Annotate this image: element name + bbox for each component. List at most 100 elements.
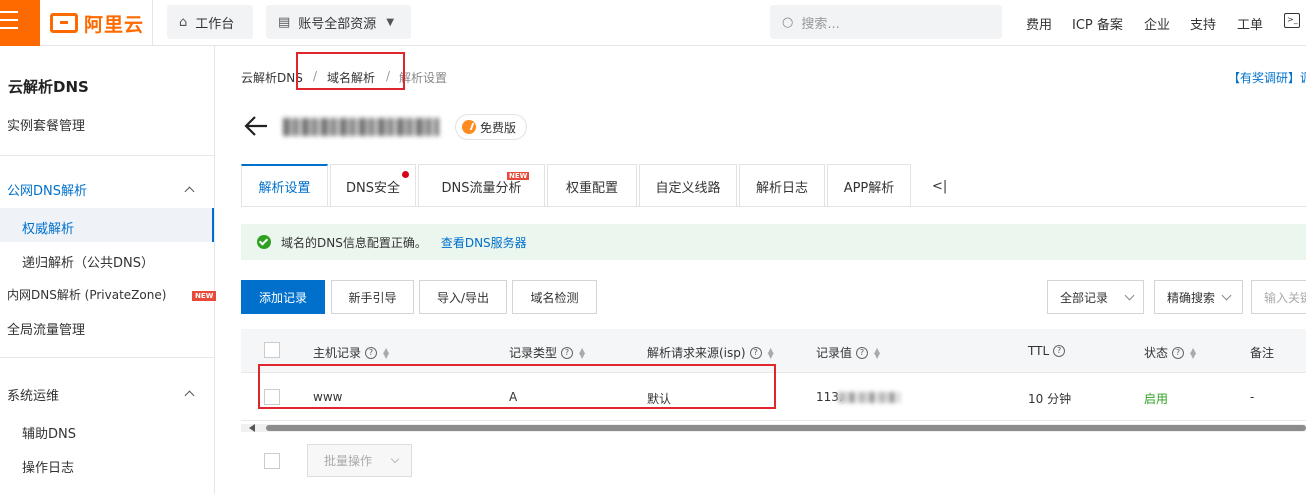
sidebar-item-op-log[interactable]: 操作日志	[22, 457, 74, 476]
sidebar-title: 云解析DNS	[8, 78, 89, 96]
column-isp[interactable]: 解析请求来源(isp) ? ▲ ▼	[647, 344, 776, 361]
tab-underline	[241, 206, 1306, 207]
search-mode-select[interactable]: 精确搜索	[1154, 280, 1243, 314]
divider	[0, 155, 214, 156]
help-icon[interactable]: ?	[749, 346, 762, 359]
add-record-button[interactable]: 添加记录	[241, 280, 325, 314]
column-host[interactable]: 主机记录 ? ▲ ▼	[313, 344, 391, 361]
sidebar-group-ops[interactable]: 系统运维	[7, 385, 59, 404]
success-alert: 域名的DNS信息配置正确。 查看DNS服务器	[241, 224, 1306, 260]
sort-icon[interactable]: ▲ ▼	[383, 346, 391, 359]
sidebar-item-authoritative[interactable]: 权威解析	[22, 218, 74, 237]
aliyun-logo[interactable]: 阿里云	[50, 10, 144, 36]
sidebar-item-global-traffic[interactable]: 全局流量管理	[7, 319, 85, 338]
column-remark: 备注	[1250, 344, 1274, 361]
new-badge: NEW	[192, 291, 217, 301]
scroll-left-arrow-icon[interactable]	[249, 424, 255, 432]
keyword-placeholder: 输入关键字	[1264, 290, 1306, 305]
hamburger-menu-icon[interactable]	[0, 0, 40, 46]
tab-resolve-settings[interactable]: 解析设置	[241, 164, 328, 207]
alert-message: 域名的DNS信息配置正确。	[281, 235, 427, 250]
help-icon[interactable]: ?	[1172, 346, 1185, 359]
column-ttl[interactable]: TTL ?	[1028, 344, 1066, 358]
workbench-label: 工作台	[195, 16, 235, 32]
cell-remark: -	[1250, 390, 1255, 404]
sidebar-item-instance[interactable]: 实例套餐管理	[7, 115, 85, 134]
nav-ticket[interactable]: 工单	[1237, 14, 1263, 33]
top-bar: 阿里云 ⌂ 工作台 ▤ 账号全部资源 ▼ ○ 搜索... 费用 ICP 备案 企…	[0, 0, 1306, 46]
bulk-select-checkbox[interactable]	[264, 453, 280, 469]
bulk-action-button[interactable]: 批量操作	[307, 444, 412, 477]
column-type-label: 记录类型	[509, 346, 558, 360]
domain-name-redacted	[283, 118, 439, 136]
cell-ttl: 10 分钟	[1028, 392, 1072, 406]
nav-enterprise[interactable]: 企业	[1144, 14, 1170, 33]
record-filter-select[interactable]: 全部记录	[1047, 280, 1144, 314]
tabs-scroll-icon[interactable]: <|	[932, 179, 947, 194]
back-arrow-icon[interactable]	[243, 113, 269, 139]
chevron-up-icon[interactable]	[184, 186, 195, 197]
sidebar-group-public-dns[interactable]: 公网DNS解析	[7, 180, 87, 199]
plan-tag: 免费版	[455, 114, 527, 140]
tab-weight[interactable]: 权重配置	[547, 164, 637, 207]
sidebar-item-recursive[interactable]: 递归解析（公共DNS）	[22, 252, 154, 271]
resources-dropdown[interactable]: ▤ 账号全部资源 ▼	[266, 5, 411, 39]
global-search-input[interactable]: ○ 搜索...	[770, 5, 1002, 39]
cell-status: 启用	[1144, 392, 1169, 406]
tab-dns-traffic[interactable]: DNS流量分析	[418, 164, 545, 207]
select-all-checkbox[interactable]	[264, 342, 280, 358]
chevron-down-icon	[1124, 290, 1135, 301]
keyword-search-input[interactable]: 输入关键字	[1251, 280, 1306, 314]
search-mode-value: 精确搜索	[1167, 290, 1216, 305]
chevron-up-icon[interactable]	[184, 390, 195, 401]
domain-check-button[interactable]: 域名检测	[512, 280, 597, 314]
plan-label: 免费版	[480, 120, 517, 135]
chevron-down-icon: ▼	[386, 16, 395, 28]
nav-icp[interactable]: ICP 备案	[1072, 14, 1123, 33]
sort-icon[interactable]: ▲ ▼	[874, 346, 882, 359]
sort-icon[interactable]: ▲ ▼	[768, 346, 776, 359]
scrollbar-thumb[interactable]	[266, 425, 1306, 431]
tab-resolve-log[interactable]: 解析日志	[739, 164, 825, 207]
sort-icon[interactable]: ▲ ▼	[1190, 346, 1198, 359]
terminal-icon[interactable]: >_	[1284, 13, 1300, 28]
record-filter-value: 全部记录	[1060, 290, 1109, 305]
new-badge: NEW	[507, 172, 530, 180]
nav-support[interactable]: 支持	[1190, 14, 1216, 33]
annotation-box-record-row	[258, 364, 776, 409]
annotation-box-breadcrumb	[296, 52, 405, 90]
column-type[interactable]: 记录类型 ? ▲ ▼	[509, 344, 587, 361]
aliyun-logo-mark	[50, 13, 78, 33]
column-status[interactable]: 状态 ? ▲ ▼	[1144, 344, 1198, 361]
view-dns-servers-link[interactable]: 查看DNS服务器	[441, 234, 527, 251]
sidebar-item-aux-dns[interactable]: 辅助DNS	[22, 423, 76, 442]
sidebar-item-privatezone[interactable]: 内网DNS解析 (PrivateZone)	[7, 286, 166, 303]
help-icon[interactable]: ?	[1053, 345, 1066, 357]
search-placeholder: 搜索...	[801, 16, 840, 32]
column-ttl-label: TTL	[1028, 344, 1050, 358]
tab-custom-line[interactable]: 自定义线路	[639, 164, 737, 207]
home-icon: ⌂	[179, 14, 188, 30]
breadcrumb-root[interactable]: 云解析DNS	[241, 69, 303, 86]
nav-billing[interactable]: 费用	[1026, 14, 1052, 33]
sidebar: 云解析DNS 实例套餐管理 公网DNS解析 权威解析 递归解析（公共DNS） 内…	[0, 46, 217, 494]
help-icon[interactable]: ?	[365, 346, 378, 359]
tab-app-resolve[interactable]: APP解析	[827, 164, 911, 207]
column-isp-label: 解析请求来源(isp)	[647, 346, 746, 360]
help-icon[interactable]: ?	[561, 346, 574, 359]
notification-dot	[402, 171, 409, 178]
workbench-button[interactable]: ⌂ 工作台	[167, 5, 253, 39]
import-export-button[interactable]: 导入/导出	[419, 280, 507, 314]
sort-icon[interactable]: ▲ ▼	[579, 346, 587, 359]
survey-link[interactable]: 【有奖调研】调	[1228, 69, 1306, 86]
record-value-redacted	[838, 392, 900, 403]
breadcrumb-current: 解析设置	[399, 71, 448, 85]
plan-icon	[462, 120, 476, 134]
column-value[interactable]: 记录值 ? ▲ ▼	[816, 344, 882, 361]
beginner-guide-button[interactable]: 新手引导	[331, 280, 414, 314]
bulk-action-label: 批量操作	[324, 454, 373, 468]
logo-text: 阿里云	[84, 13, 145, 36]
column-value-label: 记录值	[816, 346, 853, 360]
column-remark-label: 备注	[1250, 346, 1275, 360]
help-icon[interactable]: ?	[856, 346, 869, 359]
